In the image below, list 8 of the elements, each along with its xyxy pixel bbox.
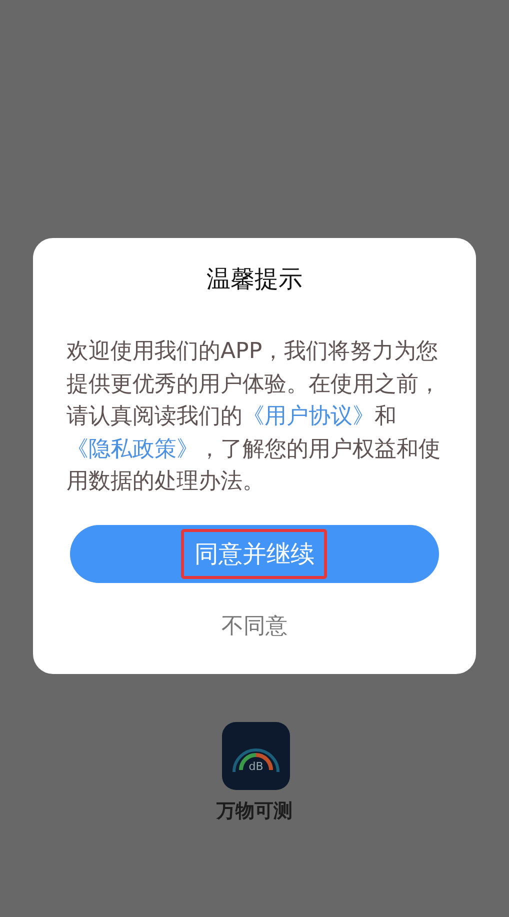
app-icon: dB (222, 722, 290, 790)
policy-link[interactable]: 《隐私政策》 (66, 436, 198, 462)
agree-button[interactable]: 同意并继续 (70, 524, 439, 582)
disagree-button[interactable]: 不同意 (214, 606, 296, 644)
message-text: 欢迎使用我们的APP，我们将努力为您提供更优秀的用户体验。在使用之前，请认真阅读我们的《用户协议》和 《隐私政策》，了解您的用户权益和使用数据的处理办法。 (66, 338, 442, 496)
dialog-title: 温馨提示 (206, 264, 302, 294)
policy-link[interactable]: 《用户协议》 (242, 404, 374, 429)
app-name: 万物可测 (216, 799, 292, 824)
